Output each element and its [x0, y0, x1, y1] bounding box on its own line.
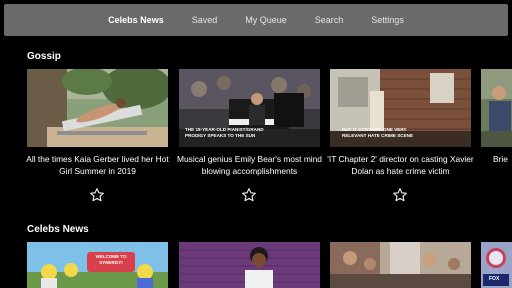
star-outline-icon[interactable]	[89, 187, 105, 203]
celebs-news-card-4-logo: FOX	[489, 276, 500, 282]
nav-item-settings[interactable]: Settings	[371, 15, 404, 25]
star-outline-icon[interactable]	[392, 187, 408, 203]
gossip-card-1-image	[27, 69, 168, 147]
gossip-card-2-thumbnail[interactable]: THE 18-YEAR-OLD PIANIST/GRAND PRODIGY SP…	[179, 69, 320, 147]
celebs-news-card-1-sign-line-2: SYNERGY!	[99, 260, 123, 265]
gossip-card-3-overlay-bottom: RELEVANT HATE CRIME SCENE	[342, 133, 414, 138]
celebs-news-card-2[interactable]	[179, 242, 320, 288]
gossip-card-2-overlay: THE 18-YEAR-OLD PIANIST/GRAND PRODIGY SP…	[185, 127, 264, 139]
gossip-card-4-image	[481, 69, 512, 147]
gossip-row: All the times Kaia Gerber lived her Hot …	[0, 69, 512, 219]
gossip-card-3-thumbnail[interactable]: BUT IT CONTAINS ONE VERY RELEVANT HATE C…	[330, 69, 471, 147]
celebs-news-card-3-image	[330, 242, 471, 288]
gossip-card-2-overlay-bottom: PRODIGY SPEAKS TO THE SUN	[185, 133, 256, 138]
section-title-celebs-news: Celebs News	[27, 224, 89, 235]
gossip-card-4-title[interactable]: Brie	[493, 153, 508, 165]
celebs-news-card-4[interactable]: FOX	[481, 242, 512, 288]
celebs-news-card-1-sign: WELCOME TO SYNERGY!	[90, 254, 132, 266]
celebs-news-row: WELCOME TO SYNERGY! FOX	[0, 242, 512, 288]
celebs-news-card-1[interactable]: WELCOME TO SYNERGY!	[27, 242, 168, 288]
celebs-news-card-2-image	[179, 242, 320, 288]
section-title-gossip: Gossip	[27, 51, 61, 62]
gossip-card-4-thumbnail[interactable]	[481, 69, 512, 147]
gossip-card-3-overlay: BUT IT CONTAINS ONE VERY RELEVANT HATE C…	[342, 127, 413, 139]
star-outline-icon[interactable]	[241, 187, 257, 203]
nav-item-saved[interactable]: Saved	[192, 15, 218, 25]
gossip-card-1-thumbnail[interactable]	[27, 69, 168, 147]
top-navigation-bar: Celebs News Saved My Queue Search Settin…	[4, 4, 508, 36]
gossip-card-3-title[interactable]: 'IT Chapter 2' director on casting Xavie…	[327, 153, 474, 177]
nav-item-my-queue[interactable]: My Queue	[245, 15, 287, 25]
nav-item-search[interactable]: Search	[315, 15, 344, 25]
gossip-card-2-title[interactable]: Musical genius Emily Bear's most mind bl…	[176, 153, 323, 177]
gossip-card-4[interactable]: Brie	[481, 69, 512, 189]
nav-item-celebs-news[interactable]: Celebs News	[108, 15, 164, 25]
gossip-card-1-title[interactable]: All the times Kaia Gerber lived her Hot …	[24, 153, 171, 177]
celebs-news-card-3[interactable]	[330, 242, 471, 288]
